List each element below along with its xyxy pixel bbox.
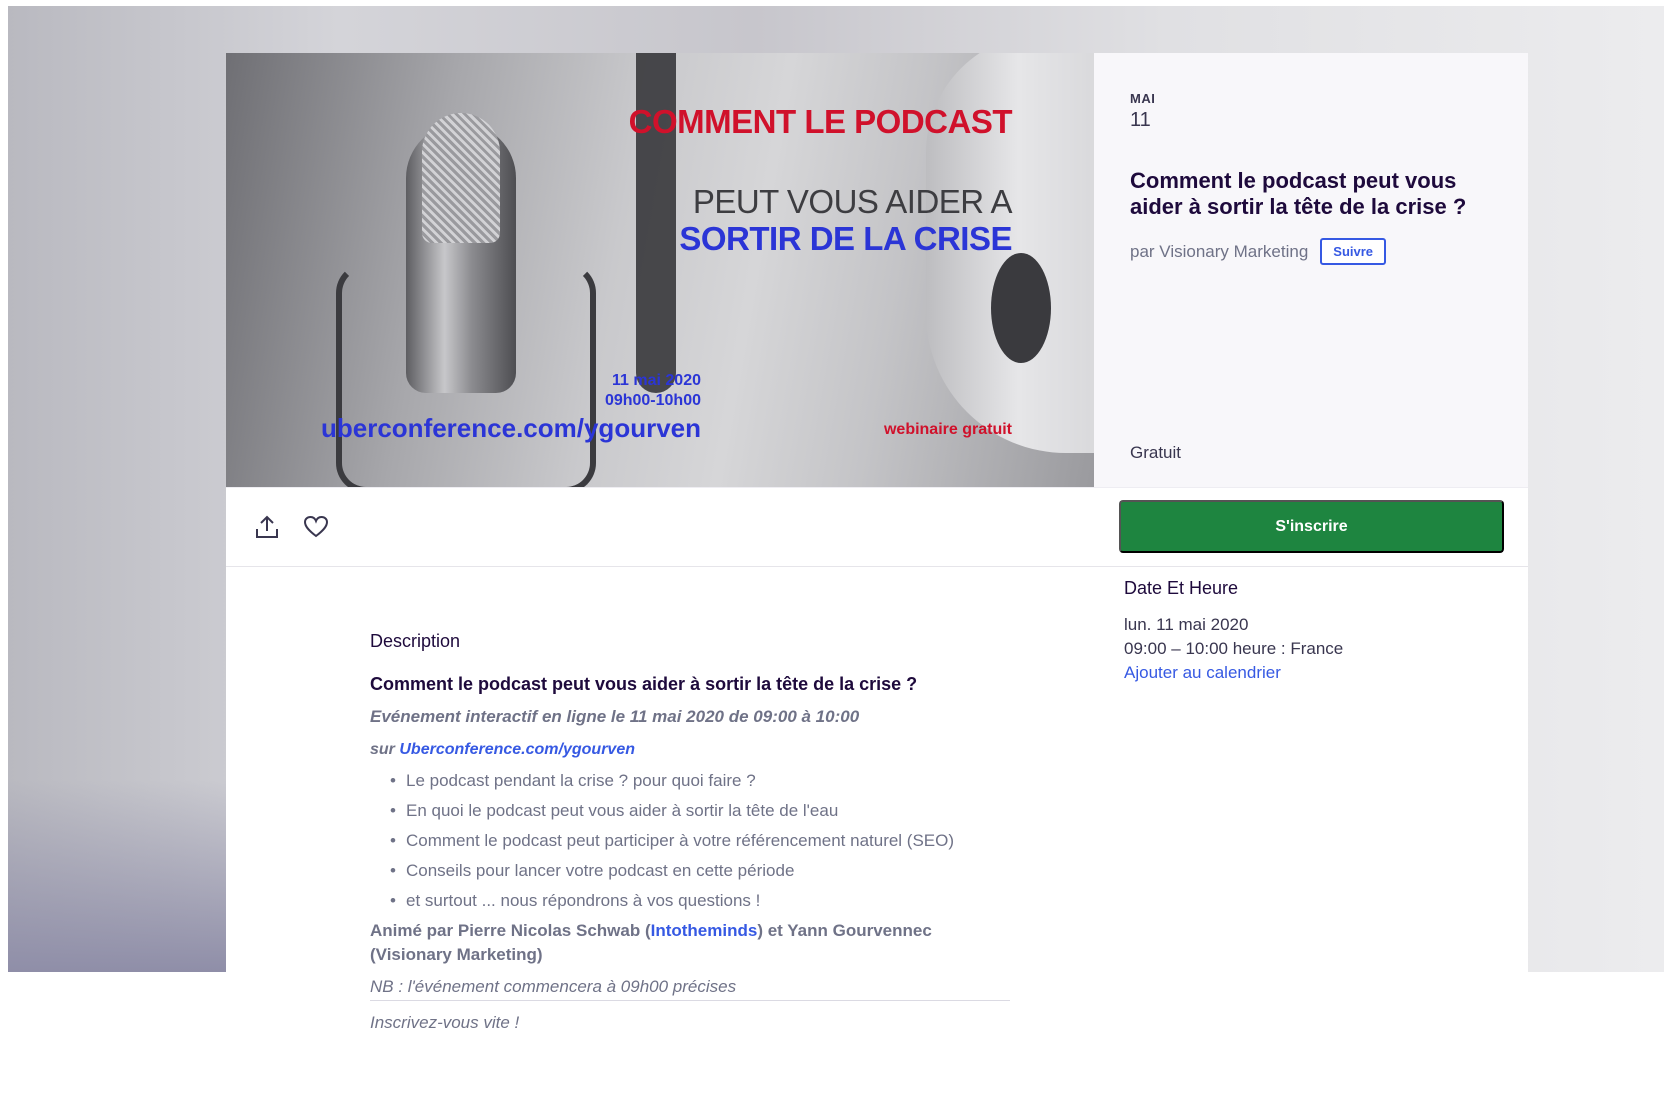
event-summary-panel: MAI 11 Comment le podcast peut vous aide… <box>1094 53 1528 487</box>
banner-title-line1: COMMENT LE PODCAST <box>628 103 1013 140</box>
register-prompt: Inscrivez-vous vite ! <box>370 1013 520 1032</box>
list-item: Comment le podcast peut participer à vot… <box>390 829 1010 853</box>
organizer-row: par Visionary Marketing Suivre <box>1130 238 1387 265</box>
event-month: MAI <box>1130 91 1156 106</box>
list-item: En quoi le podcast peut vous aider à sor… <box>390 799 1010 823</box>
event-link-line: sur Uberconference.com/ygourven <box>370 741 1010 759</box>
event-banner-image: COMMENT LE PODCAST PEUT VOUS AIDER A SOR… <box>226 53 1094 487</box>
event-price: Gratuit <box>1130 443 1182 462</box>
list-item: Le podcast pendant la crise ? pour quoi … <box>390 769 1010 793</box>
uberconference-link[interactable]: Uberconference.com/ygourven <box>399 741 635 758</box>
banner-title-line2: PEUT VOUS AIDER A <box>692 183 1013 220</box>
mouth-graphic <box>991 253 1051 363</box>
list-item: Conseils pour lancer votre podcast en ce… <box>390 859 1010 883</box>
event-link-prefix: sur <box>370 741 395 758</box>
description-heading: Description <box>370 631 461 651</box>
follow-button[interactable]: Suivre <box>1320 238 1387 265</box>
hosts-prefix: Animé par Pierre Nicolas Schwab ( <box>370 921 651 940</box>
date-time-heading: Date Et Heure <box>1124 578 1239 598</box>
event-time: 09:00 – 10:00 heure : France <box>1124 639 1344 658</box>
list-item: et surtout ... nous répondrons à vos que… <box>390 889 1010 913</box>
organizer-name: par Visionary Marketing <box>1130 241 1309 261</box>
share-icon[interactable] <box>250 510 284 544</box>
intotheminds-link[interactable]: Intotheminds <box>651 921 758 940</box>
banner-date-time: 09h00-10h00 <box>604 392 701 409</box>
event-day: 11 <box>1130 109 1151 131</box>
banner-title-line3: SORTIR DE LA CRISE <box>679 220 1012 257</box>
banner-date: 11 mai 2020 09h00-10h00 <box>605 371 701 411</box>
description-title: Comment le podcast peut vous aider à sor… <box>370 674 918 694</box>
action-bar: S'inscrire <box>226 487 1528 567</box>
date-time-section: Date Et Heure lun. 11 mai 2020 09:00 – 1… <box>1124 578 1424 685</box>
banner-date-day: 11 mai 2020 <box>612 372 701 389</box>
add-to-calendar-link[interactable]: Ajouter au calendrier <box>1124 661 1424 685</box>
event-format-line: Evénement interactif en ligne le 11 mai … <box>370 707 860 726</box>
banner-free-label: webinaire gratuit <box>883 421 1012 438</box>
register-button[interactable]: S'inscrire <box>1119 500 1504 553</box>
backdrop-shade <box>8 780 228 972</box>
event-date: lun. 11 mai 2020 <box>1124 615 1249 634</box>
description-section: Description Comment le podcast peut vous… <box>370 631 1010 1033</box>
start-note: NB : l'événement commencera à 09h00 préc… <box>370 977 1010 1001</box>
hosts-line: Animé par Pierre Nicolas Schwab (Intothe… <box>370 919 1010 967</box>
event-title: Comment le podcast peut vous aider à sor… <box>1130 168 1467 219</box>
banner-url: uberconference.com/ygourven <box>321 413 701 443</box>
heart-icon[interactable] <box>299 510 333 544</box>
microphone-grille-graphic <box>422 113 500 243</box>
topics-list: Le podcast pendant la crise ? pour quoi … <box>370 769 1010 913</box>
